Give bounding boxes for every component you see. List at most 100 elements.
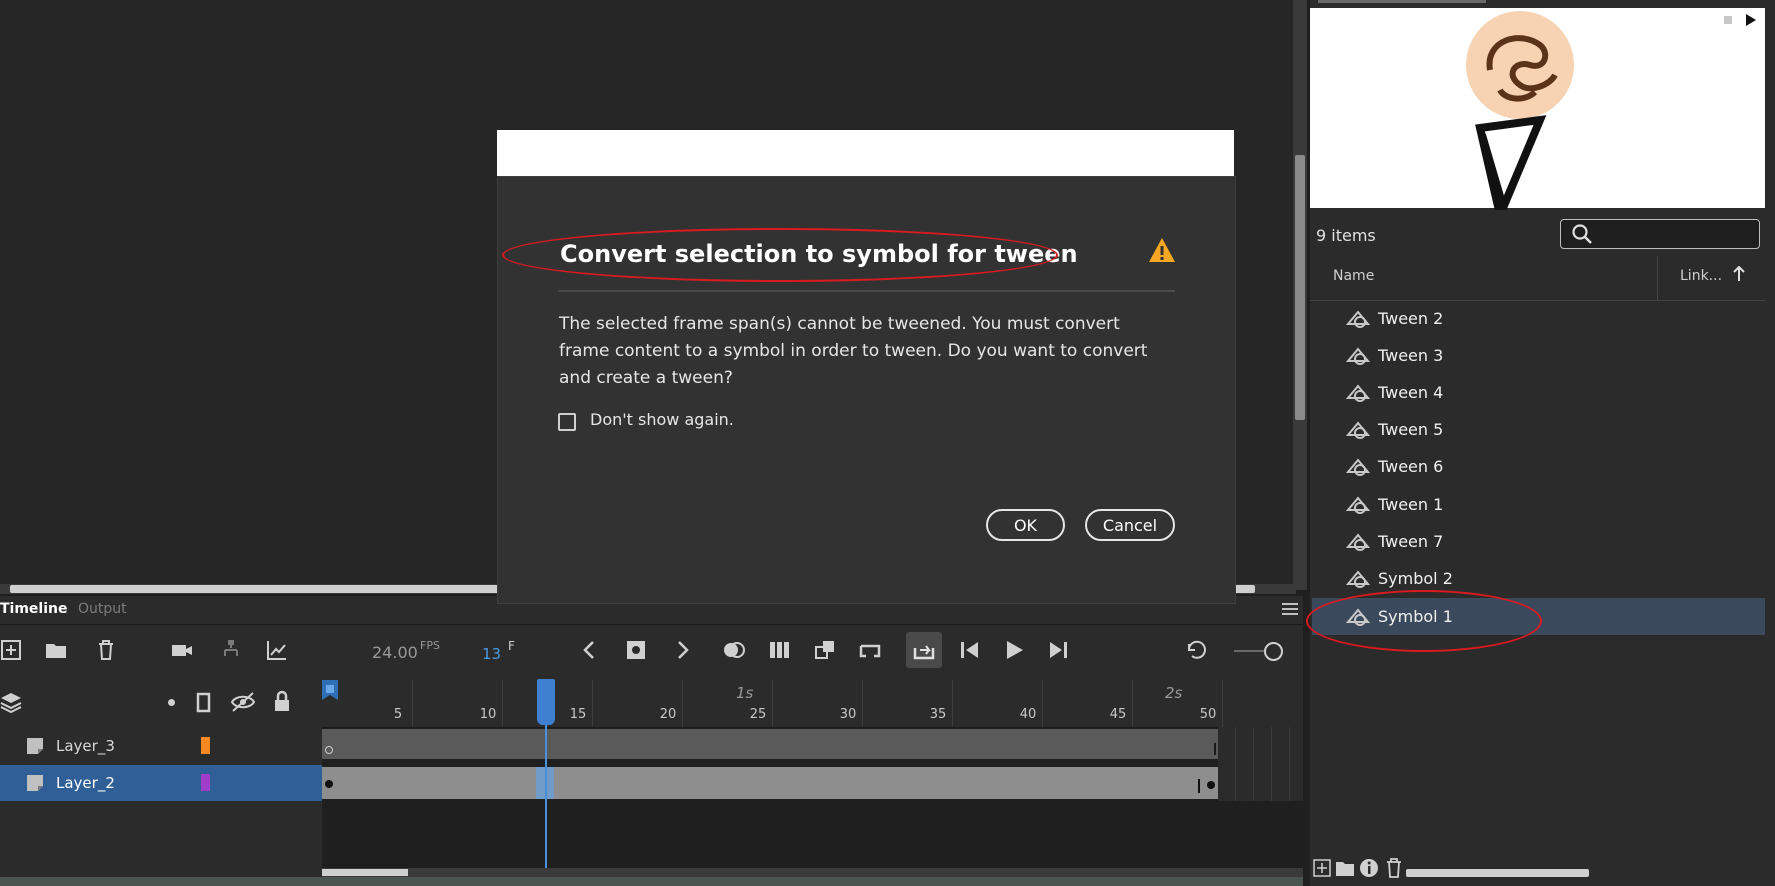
new-layer-icon[interactable] [0, 638, 24, 662]
marker-icon[interactable] [322, 680, 338, 700]
sync-symbols-icon[interactable] [813, 638, 837, 662]
warning-triangle-icon [1149, 238, 1175, 262]
ruler-second-label: 2s [1165, 684, 1183, 702]
ruler-frame-number: 50 [1199, 707, 1217, 722]
dont-show-again-checkbox[interactable] [558, 413, 576, 431]
edit-multiple-frames-icon[interactable] [768, 638, 792, 662]
preview-play-icon[interactable] [1746, 14, 1756, 26]
dialog-title-bar[interactable] [497, 130, 1234, 176]
timeline-horizontal-scrollbar[interactable] [322, 868, 1303, 877]
loop-range-icon[interactable] [858, 638, 882, 662]
graph-icon[interactable] [265, 638, 289, 662]
movieclip-symbol-icon [1346, 310, 1370, 328]
undo-icon[interactable] [1185, 638, 1209, 662]
current-frame-value[interactable]: 13 [482, 645, 501, 663]
step-back-icon[interactable] [958, 638, 982, 662]
layers-stack-icon[interactable] [0, 690, 22, 714]
fps-value[interactable]: 24.00 [372, 643, 418, 662]
end-frame-marker [1198, 779, 1200, 793]
timeline-toolbar [0, 625, 1303, 680]
playhead-handle[interactable] [537, 679, 555, 725]
empty-frames[interactable] [1218, 727, 1303, 801]
play-icon[interactable] [1002, 638, 1026, 662]
outline-icon[interactable] [196, 692, 212, 714]
ruler-frame-number: 35 [929, 707, 947, 722]
column-divider[interactable] [1657, 256, 1658, 300]
ruler-major-tick [862, 680, 863, 727]
library-item-tween-1[interactable]: Tween 1 [1312, 486, 1765, 523]
timeline-horizontal-scrollbar-thumb[interactable] [322, 869, 408, 876]
dialog-divider [558, 290, 1175, 292]
new-symbol-icon[interactable] [1313, 859, 1331, 877]
library-item-tween-5[interactable]: Tween 5 [1312, 411, 1765, 448]
properties-info-icon[interactable] [1359, 858, 1379, 878]
symbol-preview-image [1466, 11, 1574, 210]
loop-icon [913, 645, 935, 660]
library-top-scrollbar[interactable] [1318, 0, 1486, 3]
frame-unit: F [508, 639, 515, 653]
timeline-ruler[interactable]: 1s 2s 5 10 15 20 25 30 35 40 45 50 [322, 680, 1303, 728]
camera-icon[interactable] [170, 638, 194, 662]
layer-name[interactable]: Layer_2 [56, 774, 115, 792]
panel-menu-icon[interactable] [1282, 603, 1298, 615]
end-frame-marker [1214, 743, 1216, 755]
previous-frame-icon[interactable] [578, 638, 602, 662]
keyframe[interactable] [325, 780, 333, 788]
highlight-layers-icon[interactable] [168, 699, 175, 706]
cancel-button[interactable]: Cancel [1085, 509, 1175, 541]
fps-unit: FPS [420, 639, 440, 652]
library-item-tween-7[interactable]: Tween 7 [1312, 523, 1765, 560]
library-horizontal-scrollbar-thumb[interactable] [1406, 869, 1589, 877]
layer-parenting-icon[interactable] [219, 638, 243, 662]
ruler-major-tick [592, 680, 593, 727]
annotation-circle [1306, 590, 1542, 652]
movieclip-symbol-icon [1346, 384, 1370, 402]
onion-skin-icon[interactable] [722, 638, 746, 662]
lock-icon[interactable] [272, 690, 292, 714]
hide-all-layers-icon[interactable] [230, 690, 256, 714]
ruler-frame-number: 20 [659, 707, 677, 722]
library-item-tween-3[interactable]: Tween 3 [1312, 337, 1765, 374]
layer-name[interactable]: Layer_3 [56, 737, 115, 755]
tab-output[interactable]: Output [78, 601, 127, 617]
stage-vertical-scrollbar-thumb[interactable] [1295, 155, 1305, 420]
delete-icon[interactable] [1385, 858, 1403, 878]
step-forward-icon[interactable] [1046, 638, 1070, 662]
column-name[interactable]: Name [1333, 268, 1374, 284]
ruler-frame-number: 25 [749, 707, 767, 722]
next-frame-icon[interactable] [670, 638, 694, 662]
ok-button[interactable]: OK [986, 509, 1065, 541]
library-item-tween-6[interactable]: Tween 6 [1312, 448, 1765, 485]
ruler-major-tick [502, 680, 503, 727]
keyframe[interactable] [1207, 781, 1215, 789]
layer-color-swatch[interactable] [201, 774, 210, 791]
insert-keyframe-icon[interactable] [624, 638, 648, 662]
ruler-frame-number: 30 [839, 707, 857, 722]
new-folder-icon[interactable] [44, 638, 68, 662]
ruler-major-tick [682, 680, 683, 727]
dont-show-again-label[interactable]: Don't show again. [590, 410, 734, 429]
dialog-message: The selected frame span(s) cannot be twe… [559, 314, 1148, 388]
empty-keyframe[interactable] [325, 746, 333, 754]
layer-row-layer-2[interactable]: Layer_2 [0, 765, 322, 801]
delete-layer-icon[interactable] [94, 638, 118, 662]
library-item-label: Tween 6 [1378, 457, 1444, 476]
library-item-tween-4[interactable]: Tween 4 [1312, 374, 1765, 411]
zoom-slider-handle[interactable] [1264, 642, 1283, 661]
playhead-line [545, 725, 547, 870]
library-item-tween-2[interactable]: Tween 2 [1312, 300, 1765, 337]
movieclip-symbol-icon [1346, 347, 1370, 365]
frame-span-layer-2[interactable] [322, 767, 1218, 799]
ruler-frame-number: 5 [393, 707, 403, 722]
sort-arrow-up-icon[interactable] [1732, 266, 1746, 282]
ruler-major-tick [1222, 680, 1223, 727]
column-linkage[interactable]: Link... [1680, 268, 1722, 284]
tab-timeline[interactable]: Timeline [0, 601, 68, 617]
library-item-label: Tween 2 [1378, 309, 1444, 328]
library-search-input[interactable] [1560, 219, 1760, 249]
frame-span-layer-3[interactable] [322, 729, 1218, 759]
preview-stop-icon[interactable] [1724, 16, 1732, 24]
new-folder-icon[interactable] [1335, 859, 1355, 877]
layer-color-swatch[interactable] [201, 737, 210, 754]
layer-row-layer-3[interactable]: Layer_3 [0, 729, 322, 763]
